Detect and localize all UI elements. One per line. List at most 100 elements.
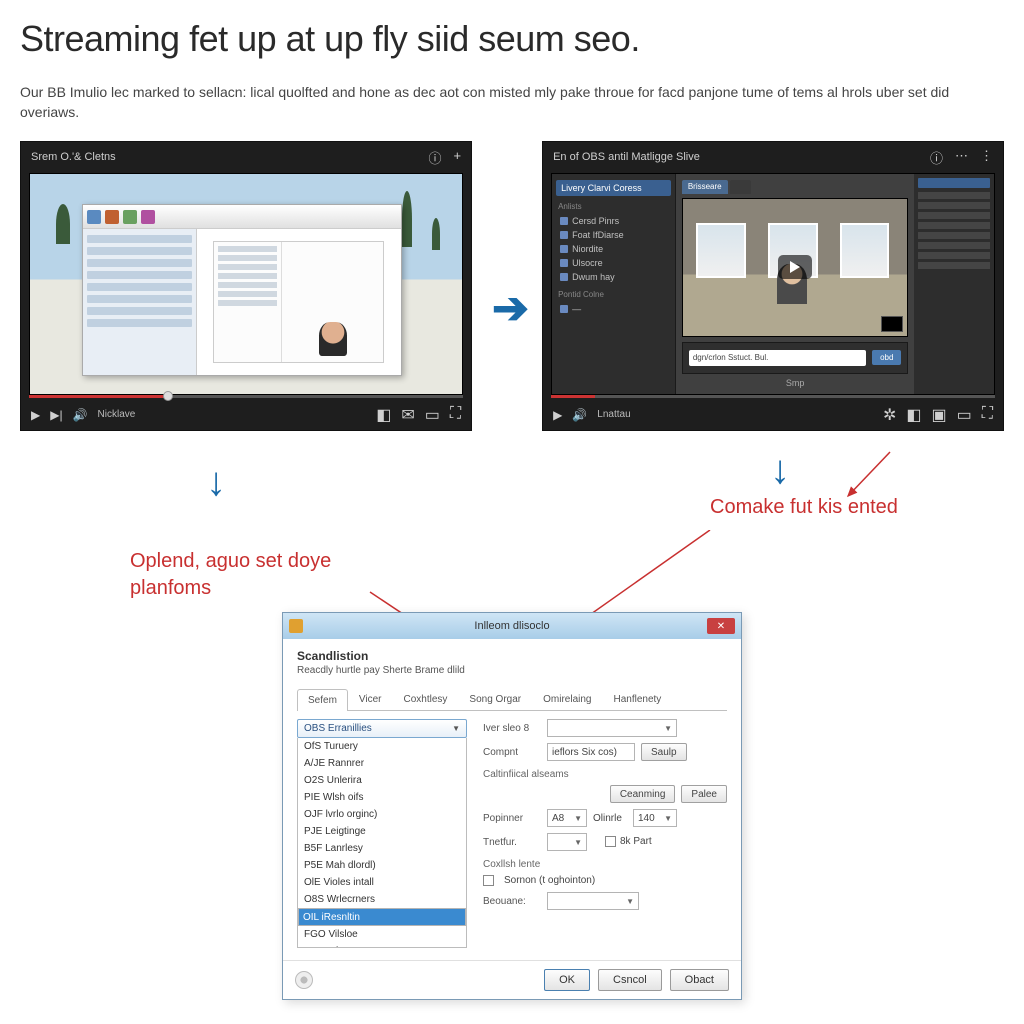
now-playing-1: Nicklave [98,409,136,420]
label: 8k Part [620,837,652,848]
captions-icon[interactable]: ◧ [376,405,391,425]
settings-icon[interactable]: ✲ [883,405,896,425]
sidebar-item[interactable]: Cersd Pinrs [556,214,671,228]
tab[interactable]: Omirelaing [532,688,602,710]
checkbox[interactable] [483,875,494,886]
group-label: Caltinfiical alseams [483,769,727,780]
list-item[interactable]: P5E Mah dlordl) [298,857,466,874]
volume-icon[interactable]: 🔊 [572,408,587,422]
more-icon[interactable]: ⋮ [980,148,993,167]
button[interactable]: Palee [681,785,727,803]
obs-tab[interactable] [730,180,751,194]
video-player-right: En of OBS antil Matligge Slive ⓘ ⋯ ⋮ Liv… [542,141,1004,431]
sidebar-section-a: Anlists [558,202,671,211]
share-icon[interactable]: ✉ [401,405,414,425]
fullscreen-icon[interactable]: ⛶ [450,405,461,425]
info-icon[interactable]: ⓘ [930,148,943,167]
tab[interactable]: Coxhtlesy [393,688,459,710]
list-item[interactable]: OlE Violes intall [298,874,466,891]
info-icon[interactable]: ⓘ [428,148,441,167]
label: Iver sleo 8 [483,723,541,734]
list-item[interactable]: OJF lvrlo orginc) [298,806,466,823]
play-overlay-icon[interactable] [778,255,812,279]
progress-bar[interactable] [29,395,463,398]
obs-url-input[interactable]: dgn/crlon Sstuct. Bul. [689,350,866,366]
sidebar-item[interactable]: Dwum hay [556,270,671,284]
tab[interactable]: Song Orgar [458,688,532,710]
plus-icon[interactable]: + [454,148,462,167]
obs-sidebar-header: Livery Clarvi Coress [556,180,671,196]
dialog-subhead: Scandlistion [297,649,727,663]
obs-preview [682,198,909,337]
list-item[interactable]: O8S Wrlecrners [298,891,466,908]
input[interactable]: ieflors Six cos) [547,743,635,761]
group-label: Coxllsh lente [483,859,727,870]
player1-title: Srem O.'& Cletns [31,151,116,163]
pip-icon[interactable]: ▭ [425,405,440,425]
dialog-titlebar[interactable]: Inlleom dlisoclo ✕ [283,613,741,639]
close-button[interactable]: Obact [670,969,729,991]
cancel-button[interactable]: Csncol [598,969,662,991]
tab[interactable]: Sefem [297,689,348,711]
progress-bar[interactable] [551,395,995,398]
player2-stage[interactable]: Livery Clarvi Coress Anlists Cersd Pinrs… [551,173,995,395]
list-item[interactable]: OIL iResnltin [298,908,466,926]
callout-left: Oplend, aguo set doye planfoms [130,548,390,602]
list-item[interactable]: O2S Unlerira [298,772,466,789]
play-icon[interactable]: ▶ [553,408,562,422]
sidebar-item[interactable]: Niordite [556,242,671,256]
fullscreen-icon[interactable]: ⛶ [982,405,993,425]
volume-icon[interactable]: 🔊 [73,408,88,422]
select[interactable]: 140▼ [633,809,677,827]
select[interactable]: A8▼ [547,809,587,827]
sidebar-item[interactable]: Foat IfDiarse [556,228,671,242]
list-item[interactable]: PJE Leigtinge [298,823,466,840]
play-icon[interactable]: ▶ [31,408,40,422]
arrow-down-icon: ↓ [206,460,226,505]
label: Compnt [483,747,541,758]
list-item[interactable]: JO0N If [298,943,466,948]
service-list[interactable]: OfS TurueryA/JE RannrerO2S UnleriraPIE W… [297,738,467,948]
share-dots-icon[interactable]: ⋯ [955,148,968,167]
next-icon[interactable]: ▶| [50,408,62,422]
sidebar-item[interactable]: Ulsocre [556,256,671,270]
now-playing-2: Lnattau [597,409,630,420]
page-title: Streaming fet up at up fly siid seum seo… [20,18,1004,60]
settings-dialog: Inlleom dlisoclo ✕ Scandlistion Reacdly … [282,612,742,1000]
label: Beouane: [483,896,541,907]
label: Olinrle [593,813,627,824]
list-item[interactable]: FGO Vilsloe [298,926,466,943]
dialog-desc: Reacdly hurtle pay Sherte Brame dlild [297,665,727,676]
select[interactable]: ▼ [547,892,639,910]
service-combo[interactable]: OBS Erranillies▼ [297,719,467,738]
player1-stage[interactable] [29,173,463,395]
select[interactable]: ▼ [547,833,587,851]
list-item[interactable]: OfS Turuery [298,738,466,755]
button[interactable]: Ceanming [610,785,676,803]
chevron-down-icon: ▼ [452,724,460,733]
label: Sornon (t oghointon) [504,875,595,886]
setup-button[interactable]: Saulp [641,743,687,761]
video-player-left: Srem O.'& Cletns ⓘ + [20,141,472,431]
help-icon[interactable] [295,971,313,989]
checkbox[interactable] [605,836,616,847]
tab[interactable]: Hanflenety [602,688,672,710]
dialog-tabs: Sefem Vicer Coxhtlesy Song Orgar Omirela… [297,688,727,711]
sidebar-item[interactable]: — [556,302,671,316]
obs-under-label: Smp [682,378,909,388]
arrow-right-icon: ➔ [492,283,529,334]
list-item[interactable]: PIE Wlsh oifs [298,789,466,806]
list-item[interactable]: B5F Lanrlesy [298,840,466,857]
tab[interactable]: Vicer [348,688,393,710]
captions-icon[interactable]: ◧ [906,405,921,425]
sidebar-section-b: Pontid Colne [558,290,671,299]
obs-tab-active[interactable]: Brisseare [682,180,728,194]
miniplayer-icon[interactable]: ▣ [932,405,947,425]
close-icon[interactable]: ✕ [707,618,735,634]
app-icon [289,619,303,633]
list-item[interactable]: A/JE Rannrer [298,755,466,772]
obs-go-button[interactable]: obd [872,350,901,365]
ok-button[interactable]: OK [544,969,590,991]
theater-icon[interactable]: ▭ [957,405,972,425]
select[interactable]: ▼ [547,719,677,737]
